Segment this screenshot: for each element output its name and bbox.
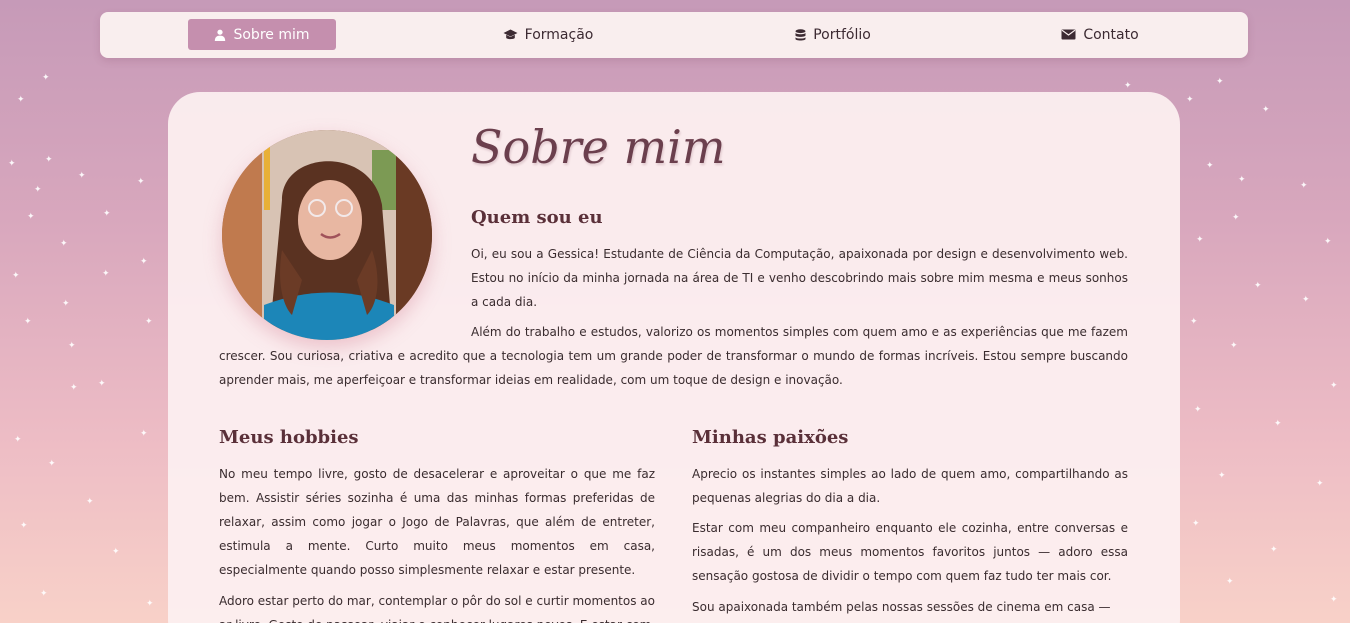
hobbies-paragraph-1: No meu tempo livre, gosto de desacelerar… [219, 467, 655, 577]
about-paragraph-1: Oi, eu sou a Gessica! Estudante de Ciênc… [471, 247, 1128, 309]
nav-item-label: Portfólio [813, 26, 871, 43]
nav-item-sobre-mim[interactable]: Sobre mim [188, 19, 336, 50]
user-icon [214, 29, 226, 41]
sparkle-icon: ✦ [1218, 471, 1226, 481]
sparkle-icon: ✦ [1262, 105, 1270, 115]
sparkle-icon: ✦ [1254, 281, 1262, 291]
sparkle-icon: ✦ [1192, 519, 1200, 529]
hobbies-heading: Meus hobbies [219, 427, 359, 448]
nav-item-portfolio[interactable]: Portfólio [782, 19, 884, 50]
sparkle-icon: ✦ [86, 497, 94, 507]
passions-paragraph-3: Sou apaixonada também pelas nossas sessõ… [692, 600, 1111, 614]
sparkle-icon: ✦ [60, 239, 68, 249]
sparkle-icon: ✦ [146, 599, 154, 609]
sparkle-icon: ✦ [27, 212, 35, 222]
passions-paragraph-2: Estar com meu companheiro enquanto ele c… [692, 521, 1128, 583]
sparkle-icon: ✦ [8, 159, 16, 169]
nav-item-label: Contato [1083, 26, 1139, 43]
sparkle-icon: ✦ [1206, 161, 1214, 171]
nav-item-label: Sobre mim [233, 26, 310, 43]
sparkle-icon: ✦ [112, 547, 120, 557]
sparkle-icon: ✦ [1316, 479, 1324, 489]
graduation-cap-icon [503, 29, 518, 41]
about-heading: Quem sou eu [471, 207, 603, 228]
nav-item-label: Formação [524, 26, 594, 43]
sparkle-icon: ✦ [1302, 295, 1310, 305]
sparkle-icon: ✦ [140, 257, 148, 267]
sparkle-icon: ✦ [62, 299, 70, 309]
profile-photo [222, 130, 432, 340]
sparkle-icon: ✦ [1226, 577, 1234, 587]
sparkle-icon: ✦ [45, 155, 53, 165]
top-navbar: Sobre mim Formação Portfólio Contato [100, 12, 1248, 58]
sparkle-icon: ✦ [48, 459, 56, 469]
sparkle-icon: ✦ [68, 341, 76, 351]
sparkle-icon: ✦ [1124, 81, 1132, 91]
sparkle-icon: ✦ [1330, 381, 1338, 391]
sparkle-icon: ✦ [137, 177, 145, 187]
sparkle-icon: ✦ [78, 171, 86, 181]
sparkle-icon: ✦ [1230, 341, 1238, 351]
sparkle-icon: ✦ [42, 73, 50, 83]
nav-item-contato[interactable]: Contato [1056, 19, 1144, 50]
sparkle-icon: ✦ [1190, 317, 1198, 327]
sparkle-icon: ✦ [1238, 175, 1246, 185]
hobbies-paragraph-2: Adoro estar perto do mar, contemplar o p… [219, 594, 655, 623]
nav-item-formacao[interactable]: Formação [496, 19, 600, 50]
sparkle-icon: ✦ [1330, 595, 1338, 605]
database-icon [795, 28, 806, 41]
about-paragraph-2: Além do trabalho e estudos, valorizo os … [219, 325, 1128, 387]
sparkle-icon: ✦ [17, 95, 25, 105]
sparkle-icon: ✦ [34, 185, 42, 195]
sparkle-icon: ✦ [14, 435, 22, 445]
sparkle-icon: ✦ [1186, 95, 1194, 105]
sparkle-icon: ✦ [12, 271, 20, 281]
sparkle-icon: ✦ [1324, 237, 1332, 247]
sparkle-icon: ✦ [1232, 213, 1240, 223]
sparkle-icon: ✦ [1270, 545, 1278, 555]
sparkle-icon: ✦ [1216, 77, 1224, 87]
sparkle-icon: ✦ [24, 317, 32, 327]
passions-paragraph-1: Aprecio os instantes simples ao lado de … [692, 467, 1128, 505]
sparkle-icon: ✦ [1274, 419, 1282, 429]
sparkle-icon: ✦ [70, 383, 78, 393]
sparkle-icon: ✦ [102, 269, 110, 279]
sparkle-icon: ✦ [1300, 181, 1308, 191]
sparkle-icon: ✦ [140, 429, 148, 439]
sparkle-icon: ✦ [1194, 405, 1202, 415]
sparkle-icon: ✦ [103, 209, 111, 219]
sparkle-icon: ✦ [40, 589, 48, 599]
sparkle-icon: ✦ [98, 379, 106, 389]
profile-photo-illustration [222, 130, 432, 340]
sparkle-icon: ✦ [145, 317, 153, 327]
sparkle-icon: ✦ [20, 521, 28, 531]
sparkle-icon: ✦ [1196, 235, 1204, 245]
envelope-icon [1061, 29, 1076, 40]
passions-heading: Minhas paixões [692, 427, 849, 448]
page-title: Sobre mim [471, 120, 726, 174]
